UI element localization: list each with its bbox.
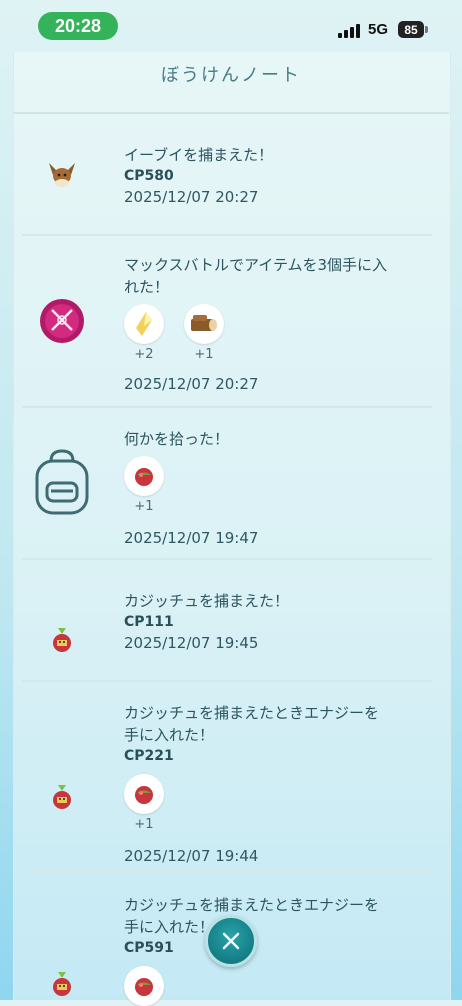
reward-item: +1: [184, 304, 224, 363]
reward-items: [124, 966, 424, 1006]
signal-icon: [338, 22, 362, 38]
entry-cp: CP221: [124, 748, 174, 764]
entry-cp: CP591: [124, 940, 174, 956]
journal-entry[interactable]: 何かを拾った！ +1 2025/12/07 19:47: [22, 408, 432, 560]
entry-headline: カジッチュを捕まえたときエナジーを: [124, 896, 380, 914]
entry-date: 2025/12/07 20:27: [124, 188, 259, 206]
max-particle-icon: [136, 312, 152, 336]
entry-headline-cont: 手に入れた！: [124, 726, 215, 744]
network-label: 5G: [368, 21, 389, 38]
applin-icon: [53, 972, 71, 996]
entry-date: 2025/12/07 19:47: [124, 529, 259, 547]
journal-entry[interactable]: カジッチュを捕まえたときエナジーを 手に入れた！ CP221 +1 2025/1…: [22, 682, 432, 874]
page-title: ぼうけんノート: [161, 65, 301, 86]
entry-date: 2025/12/07 20:27: [124, 375, 259, 393]
reward-count: +1: [134, 499, 154, 514]
applin-icon: [53, 785, 71, 809]
reward-item: +1: [124, 774, 164, 833]
journal-entry[interactable]: イーブイを捕まえた！ CP580 2025/12/07 20:27: [22, 114, 432, 236]
reward-item: +2: [124, 304, 164, 363]
entry-date: 2025/12/07 19:45: [124, 634, 259, 652]
journal-entry[interactable]: マックスバトルでアイテムを3個手に入 れた！ +2 +1 2025/12/07 …: [22, 236, 432, 408]
battery-tip: [425, 26, 428, 33]
entry-date: 2025/12/07 19:44: [124, 847, 259, 865]
close-button[interactable]: [205, 915, 257, 967]
entry-headline-cont: 手に入れた！: [124, 918, 215, 936]
reward-items: +1: [124, 774, 424, 833]
entry-headline: カジッチュを捕まえたときエナジーを: [124, 704, 380, 722]
entry-headline: カジッチュを捕まえた！: [124, 592, 290, 610]
close-icon: [222, 932, 240, 950]
entry-cp: CP580: [124, 168, 174, 184]
apple-candy-icon: [135, 978, 153, 996]
reward-count: +1: [134, 817, 154, 832]
status-bar: 20:28 5G 85: [0, 0, 462, 50]
wooden-log-icon: [191, 315, 217, 331]
battery-icon: 85: [398, 21, 424, 38]
reward-count: +2: [134, 347, 154, 362]
entry-headline-cont: れた！: [124, 278, 170, 296]
journal-entry[interactable]: カジッチュを捕まえた！ CP111 2025/12/07 19:45: [22, 560, 432, 682]
apple-candy-icon: [135, 786, 153, 804]
reward-item: +1: [124, 456, 164, 515]
reward-items: +1: [124, 456, 424, 515]
entry-headline: イーブイを捕まえた！: [124, 146, 274, 164]
applin-icon: [53, 628, 71, 652]
status-time: 20:28: [38, 12, 118, 40]
entry-cp: CP111: [124, 614, 174, 630]
apple-candy-icon: [135, 468, 153, 486]
eevee-icon: [49, 163, 75, 187]
entry-headline: 何かを拾った！: [124, 430, 230, 448]
reward-count: +1: [194, 347, 214, 362]
reward-item: [124, 966, 164, 1006]
entry-headline: マックスバトルでアイテムを3個手に入: [124, 256, 388, 274]
max-battle-badge-icon: [40, 299, 84, 343]
backpack-icon: [35, 449, 89, 515]
reward-items: +2 +1: [124, 304, 424, 363]
